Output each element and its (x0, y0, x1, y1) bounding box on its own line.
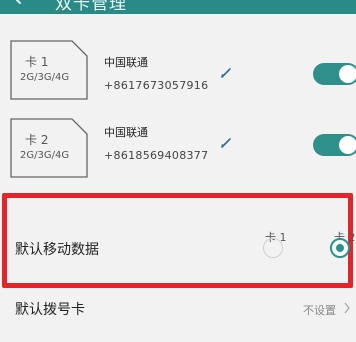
chevron-right-icon (344, 302, 350, 314)
sim-1-name: 卡 1 (25, 55, 49, 69)
toggle-knob (339, 65, 356, 83)
default-dial-card-value[interactable]: 不设置 (303, 302, 336, 318)
sim-2-phone: +8618569408377 (104, 149, 209, 162)
title-bar: 双卡管理 (0, 0, 356, 14)
sim-1-toggle[interactable] (313, 63, 356, 85)
default-dial-card-label[interactable]: 默认拨号卡 (15, 299, 85, 319)
sim-2-name: 卡 2 (25, 133, 49, 147)
sim-1-carrier: 中国联通 (104, 56, 148, 69)
sim-1-network-type: 2G/3G/4G (20, 72, 70, 83)
sim-card-1-icon: 卡 1 2G/3G/4G (10, 40, 88, 100)
sim-card-2-icon: 卡 2 2G/3G/4G (10, 118, 88, 178)
back-arrow-icon[interactable] (12, 0, 28, 8)
edit-sim-1-icon[interactable] (220, 67, 232, 79)
sim-1-phone: +8617673057916 (104, 79, 209, 92)
sim-2-toggle[interactable] (313, 134, 356, 156)
sim-2-carrier: 中国联通 (104, 126, 148, 139)
default-mobile-data-label: 默认移动数据 (15, 242, 99, 258)
sim-2-network-type: 2G/3G/4G (20, 150, 70, 161)
page-title: 双卡管理 (55, 0, 127, 14)
edit-sim-2-icon[interactable] (220, 137, 232, 149)
default-data-card-2-radio[interactable] (330, 238, 350, 258)
default-data-card-1-radio[interactable] (263, 238, 283, 258)
toggle-knob (339, 136, 356, 154)
